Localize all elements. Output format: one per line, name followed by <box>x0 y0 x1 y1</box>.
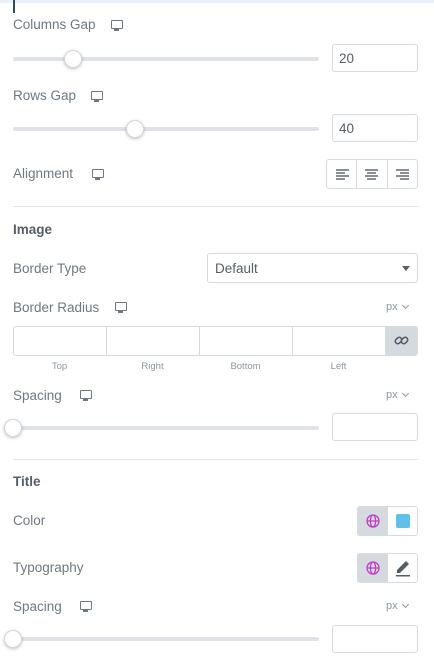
section-divider <box>13 206 418 207</box>
image-spacing-slider-track[interactable] <box>13 426 319 430</box>
rows-gap-label: Rows Gap <box>13 88 77 103</box>
align-center-icon <box>365 169 379 180</box>
title-spacing-input[interactable] <box>332 625 418 653</box>
border-radius-right-input[interactable] <box>107 327 200 355</box>
desktop-icon[interactable] <box>80 390 92 401</box>
title-spacing-slider-track[interactable] <box>13 637 319 641</box>
align-left-button[interactable] <box>327 160 358 188</box>
desktop-icon[interactable] <box>111 20 123 31</box>
title-spacing-unit-selector[interactable]: px <box>386 600 398 612</box>
border-radius-left-input[interactable] <box>293 327 386 355</box>
chevron-down-icon <box>402 266 410 271</box>
border-radius-bottom-label: Bottom <box>230 361 261 372</box>
pencil-icon <box>396 561 410 577</box>
link-icon <box>394 336 409 345</box>
columns-gap-slider-handle[interactable] <box>64 50 82 68</box>
image-section-header: Image <box>13 222 53 237</box>
columns-gap-input[interactable]: 20 <box>332 44 418 72</box>
border-radius-unit-selector[interactable]: px <box>386 301 398 313</box>
align-left-icon <box>336 169 349 180</box>
chevron-down-icon <box>401 600 410 609</box>
title-section-header: Title <box>13 474 41 489</box>
color-swatch <box>396 514 410 528</box>
chevron-down-icon <box>401 389 410 398</box>
border-type-select[interactable]: Default <box>207 253 418 283</box>
image-spacing-input[interactable] <box>332 413 418 441</box>
border-radius-top-label: Top <box>51 361 68 372</box>
color-picker-button[interactable] <box>388 507 417 535</box>
align-right-button[interactable] <box>388 160 417 188</box>
desktop-icon[interactable] <box>92 169 104 180</box>
border-type-value: Default <box>215 261 258 276</box>
image-spacing-unit-selector[interactable]: px <box>386 389 398 401</box>
section-divider <box>13 459 418 460</box>
title-typography-control <box>357 553 418 583</box>
desktop-icon[interactable] <box>115 302 127 313</box>
panel-top-border <box>0 0 434 3</box>
align-right-icon <box>395 169 409 180</box>
title-color-control <box>357 506 418 536</box>
edit-typography-button[interactable] <box>388 554 417 582</box>
align-center-button[interactable] <box>357 160 388 188</box>
border-type-label: Border Type <box>13 261 87 276</box>
border-radius-left-label: Left <box>330 361 347 372</box>
title-spacing-label: Spacing <box>13 599 62 614</box>
title-spacing-slider-handle[interactable] <box>4 630 22 648</box>
title-typography-label: Typography <box>13 560 84 575</box>
desktop-icon[interactable] <box>80 601 92 612</box>
alignment-label: Alignment <box>13 166 74 181</box>
columns-gap-slider-track[interactable] <box>13 57 319 61</box>
columns-gap-label: Columns Gap <box>13 17 96 32</box>
panel-top-marker <box>13 0 15 13</box>
chevron-down-icon <box>401 301 410 310</box>
rows-gap-input[interactable]: 40 <box>332 114 418 142</box>
global-colors-button[interactable] <box>358 507 388 535</box>
image-spacing-label: Spacing <box>13 388 62 403</box>
globe-icon <box>366 561 380 575</box>
image-spacing-slider-handle[interactable] <box>4 419 22 437</box>
title-color-label: Color <box>13 513 46 528</box>
border-radius-fields <box>13 326 418 356</box>
rows-gap-slider-handle[interactable] <box>126 120 144 138</box>
border-radius-label: Border Radius <box>13 300 100 315</box>
border-radius-top-input[interactable] <box>14 327 107 355</box>
link-values-button[interactable] <box>386 327 417 355</box>
global-typography-button[interactable] <box>358 554 388 582</box>
border-radius-bottom-input[interactable] <box>200 327 293 355</box>
desktop-icon[interactable] <box>91 91 103 102</box>
rows-gap-slider-track[interactable] <box>13 127 319 131</box>
border-radius-right-label: Right <box>141 361 164 372</box>
alignment-control[interactable] <box>326 159 418 189</box>
globe-icon <box>366 514 380 528</box>
